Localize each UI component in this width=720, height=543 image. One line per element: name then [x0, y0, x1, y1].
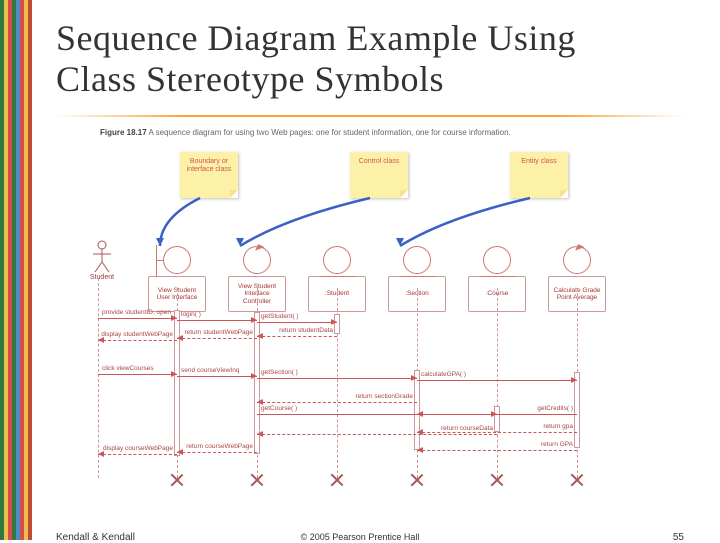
message-arrow: display courseWebPage	[98, 448, 177, 460]
message-arrow: send courseViewInq	[177, 370, 257, 382]
message-arrow: click viewCourses	[98, 368, 177, 380]
message-arrow: return courseWebPage	[177, 446, 257, 458]
message-arrow: return GPA	[417, 444, 577, 456]
destroy-marker	[171, 474, 183, 486]
message-arrow: return gpa	[417, 426, 577, 438]
message-arrow: login( )	[177, 314, 257, 326]
message-arrow: getSection( )	[257, 372, 417, 384]
sticky-note: Boundary or interface class	[180, 152, 238, 198]
message-arrow: return studentWebPage	[177, 332, 257, 344]
sticky-note: Control class	[350, 152, 408, 198]
destroy-marker	[411, 474, 423, 486]
title-line-2: Class Stereotype Symbols	[56, 59, 444, 99]
sticky-note: Entity class	[510, 152, 568, 198]
slide-title: Sequence Diagram Example Using Class Ste…	[56, 18, 576, 101]
footer-copyright: © 2005 Pearson Prentice Hall	[0, 532, 720, 542]
figure-text: A sequence diagram for using two Web pag…	[148, 128, 510, 137]
message-arrow: display studentWebPage	[98, 334, 177, 346]
figure-number: Figure 18.17	[100, 128, 147, 137]
decorative-stripe	[0, 0, 32, 540]
destroy-marker	[571, 474, 583, 486]
actor-student: Student	[82, 240, 122, 281]
message-arrow: calculateGPA( )	[417, 374, 577, 386]
destroy-marker	[491, 474, 503, 486]
message-arrow: getCredits( )	[417, 408, 577, 420]
figure-caption: Figure 18.17 A sequence diagram for usin…	[100, 128, 640, 138]
sequence-diagram: Figure 18.17 A sequence diagram for usin…	[100, 128, 640, 488]
title-underline	[56, 115, 686, 117]
message-arrow: return studentData	[257, 330, 337, 342]
message-arrow: provide studentID, open	[98, 312, 177, 324]
title-line-1: Sequence Diagram Example Using	[56, 18, 576, 58]
destroy-marker	[251, 474, 263, 486]
destroy-marker	[331, 474, 343, 486]
actor-label: Student	[82, 274, 122, 281]
footer-page-number: 55	[673, 532, 684, 543]
